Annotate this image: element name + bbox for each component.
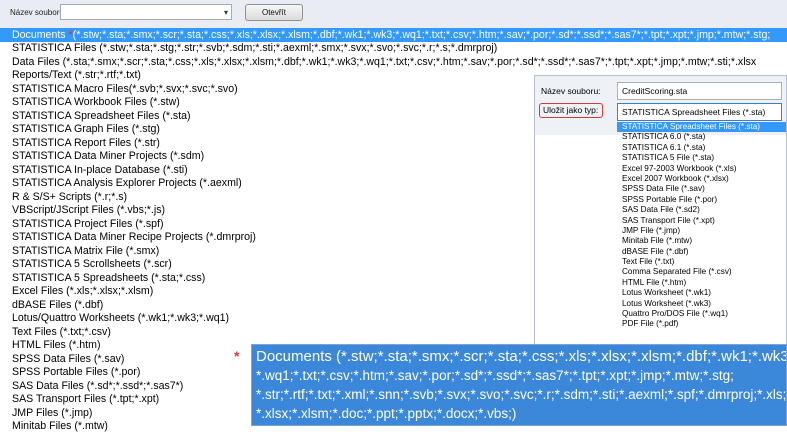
file-type-item[interactable]: Documents *(*.stw;*.sta;*.smx;*.scr;*.st… [0, 28, 787, 42]
file-type-item[interactable]: JMP Files (*.jmp) [12, 406, 92, 420]
save-type-option[interactable]: Excel 97-2003 Workbook (*.xls) [617, 164, 786, 174]
save-type-select[interactable]: STATISTICA Spreadsheet Files (*.sta) [617, 103, 782, 121]
file-type-item[interactable]: STATISTICA Project Files (*.spf) [12, 217, 163, 231]
filename-combo[interactable]: ▾ [60, 4, 232, 20]
file-type-item[interactable]: Data Files (*.sta;*.smx;*.scr;*.sta;*.cs… [12, 55, 756, 69]
file-type-item[interactable]: SAS Data Files (*.sd*;*.ssd*;*.sas7*) [12, 379, 183, 393]
save-type-option[interactable]: SPSS Data File (*.sav) [617, 184, 786, 194]
file-type-item[interactable]: STATISTICA 5 Spreadsheets (*.sta;*.css) [12, 271, 205, 285]
save-filename-input[interactable]: CreditScoring.sta [617, 82, 782, 100]
save-type-option[interactable]: Minitab File (*.mtw) [617, 236, 786, 246]
save-type-option[interactable]: Lotus Worksheet (*.wk1) [617, 288, 786, 298]
save-type-option[interactable]: Lotus Worksheet (*.wk3) [617, 299, 786, 309]
file-type-item[interactable]: STATISTICA Data Miner Recipe Projects (*… [12, 230, 256, 244]
file-type-item[interactable]: VBScript/JScript Files (*.vbs;*.js) [12, 203, 165, 217]
save-filename-label: Název souboru: [541, 86, 601, 96]
file-type-item[interactable]: STATISTICA Matrix File (*.smx) [12, 244, 159, 258]
save-type-option[interactable]: dBASE File (*.dbf) [617, 247, 786, 257]
chevron-down-icon[interactable]: ▾ [224, 8, 228, 17]
save-type-options[interactable]: STATISTICA Spreadsheet Files (*.sta) STAT… [617, 122, 786, 330]
zoom-line: Documents (*.stw;*.sta;*.smx;*.scr;*.sta… [256, 348, 787, 365]
file-type-item[interactable]: STATISTICA Files (*.stw;*.sta;*.stg;*.st… [12, 41, 497, 55]
save-type-option[interactable]: STATISTICA 5 File (*.sta) [617, 153, 786, 163]
save-type-option[interactable]: JMP File (*.jmp) [617, 226, 786, 236]
file-type-item[interactable]: SPSS Portable Files (*.por) [12, 365, 140, 379]
save-type-option[interactable]: Text File (*.txt) [617, 257, 786, 267]
file-type-item[interactable]: Lotus/Quattro Worksheets (*.wk1;*.wk3;*.… [12, 311, 229, 325]
file-type-item[interactable]: R & S/S+ Scripts (*.r;*.s) [12, 190, 127, 204]
save-as-dialog: Název souboru: CreditScoring.sta Uložit … [534, 75, 787, 345]
file-toolbar: Název souboru: ▾ Otevřít [0, 0, 787, 28]
file-type-item-label: Documents [12, 28, 66, 41]
save-type-option[interactable]: STATISTICA 6.1 (*.sta) [617, 143, 786, 153]
save-type-option[interactable]: SAS Transport File (*.xpt) [617, 216, 786, 226]
file-type-item[interactable]: dBASE Files (*.dbf) [12, 298, 103, 312]
save-type-option[interactable]: SAS Data File (*.sd2) [617, 205, 786, 215]
save-type-option[interactable]: PDF File (*.pdf) [617, 319, 786, 329]
save-type-label: Uložit jako typ: [539, 103, 603, 118]
save-type-option[interactable]: SPSS Portable File (*.por) [617, 195, 786, 205]
file-type-item[interactable]: STATISTICA Data Miner Projects (*.sdm) [12, 149, 204, 163]
file-type-item[interactable]: Reports/Text (*.str;*.rtf;*.txt) [12, 68, 141, 82]
zoomed-documents-callout: Documents (*.stw;*.sta;*.smx;*.scr;*.sta… [251, 344, 787, 426]
file-type-item[interactable]: STATISTICA Workbook Files (*.stw) [12, 95, 180, 109]
file-type-item[interactable]: Excel Files (*.xls;*.xlsx;*.xlsm) [12, 284, 153, 298]
filename-label: Název souboru: [10, 8, 67, 17]
save-type-option[interactable]: STATISTICA 6.0 (*.sta) [617, 132, 786, 142]
zoom-line: *.wq1;*.txt;*.csv;*.htm;*.sav;*.por;*.sd… [256, 368, 734, 383]
file-type-item[interactable]: STATISTICA Macro Files(*.svb;*.svx;*.svc… [12, 82, 238, 96]
save-type-option[interactable]: Comma Separated File (*.csv) [617, 267, 786, 277]
file-type-item[interactable]: STATISTICA Graph Files (*.stg) [12, 122, 160, 136]
file-type-item[interactable]: Text Files (*.txt;*.csv) [12, 325, 111, 339]
file-type-item[interactable]: STATISTICA Report Files (*.str) [12, 136, 160, 150]
file-type-item[interactable]: HTML Files (*.htm) [12, 338, 100, 352]
open-button[interactable]: Otevřít [245, 4, 303, 21]
save-type-option[interactable]: Excel 2007 Workbook (*.xlsx) [617, 174, 786, 184]
file-type-item[interactable]: SAS Transport Files (*.tpt;*.xpt) [12, 392, 159, 406]
file-type-item[interactable]: Minitab Files (*.mtw) [12, 419, 108, 433]
file-type-item[interactable]: STATISTICA 5 Scrollsheets (*.scr) [12, 257, 172, 271]
file-type-item[interactable]: STATISTICA Spreadsheet Files (*.sta) [12, 109, 191, 123]
red-asterisk-icon: * [234, 348, 240, 364]
file-type-item[interactable]: SPSS Data Files (*.sav) [12, 352, 124, 366]
file-type-item[interactable]: STATISTICA In-place Database (*.sti) [12, 163, 188, 177]
save-type-option[interactable]: STATISTICA Spreadsheet Files (*.sta) [617, 122, 786, 133]
save-type-option[interactable]: Quattro Pro/DOS File (*.wq1) [617, 309, 786, 319]
save-type-option[interactable]: HTML File (*.htm) [617, 278, 786, 288]
zoom-line: *.xlsx;*.xlsm;*.doc;*.ppt;*.pptx;*.docx;… [256, 406, 517, 421]
file-type-item[interactable]: STATISTICA Analysis Explorer Projects (*… [12, 176, 242, 190]
zoom-line: *.str;*.rtf;*.txt;*.xml;*.snn;*.svb;*.sv… [256, 387, 787, 402]
